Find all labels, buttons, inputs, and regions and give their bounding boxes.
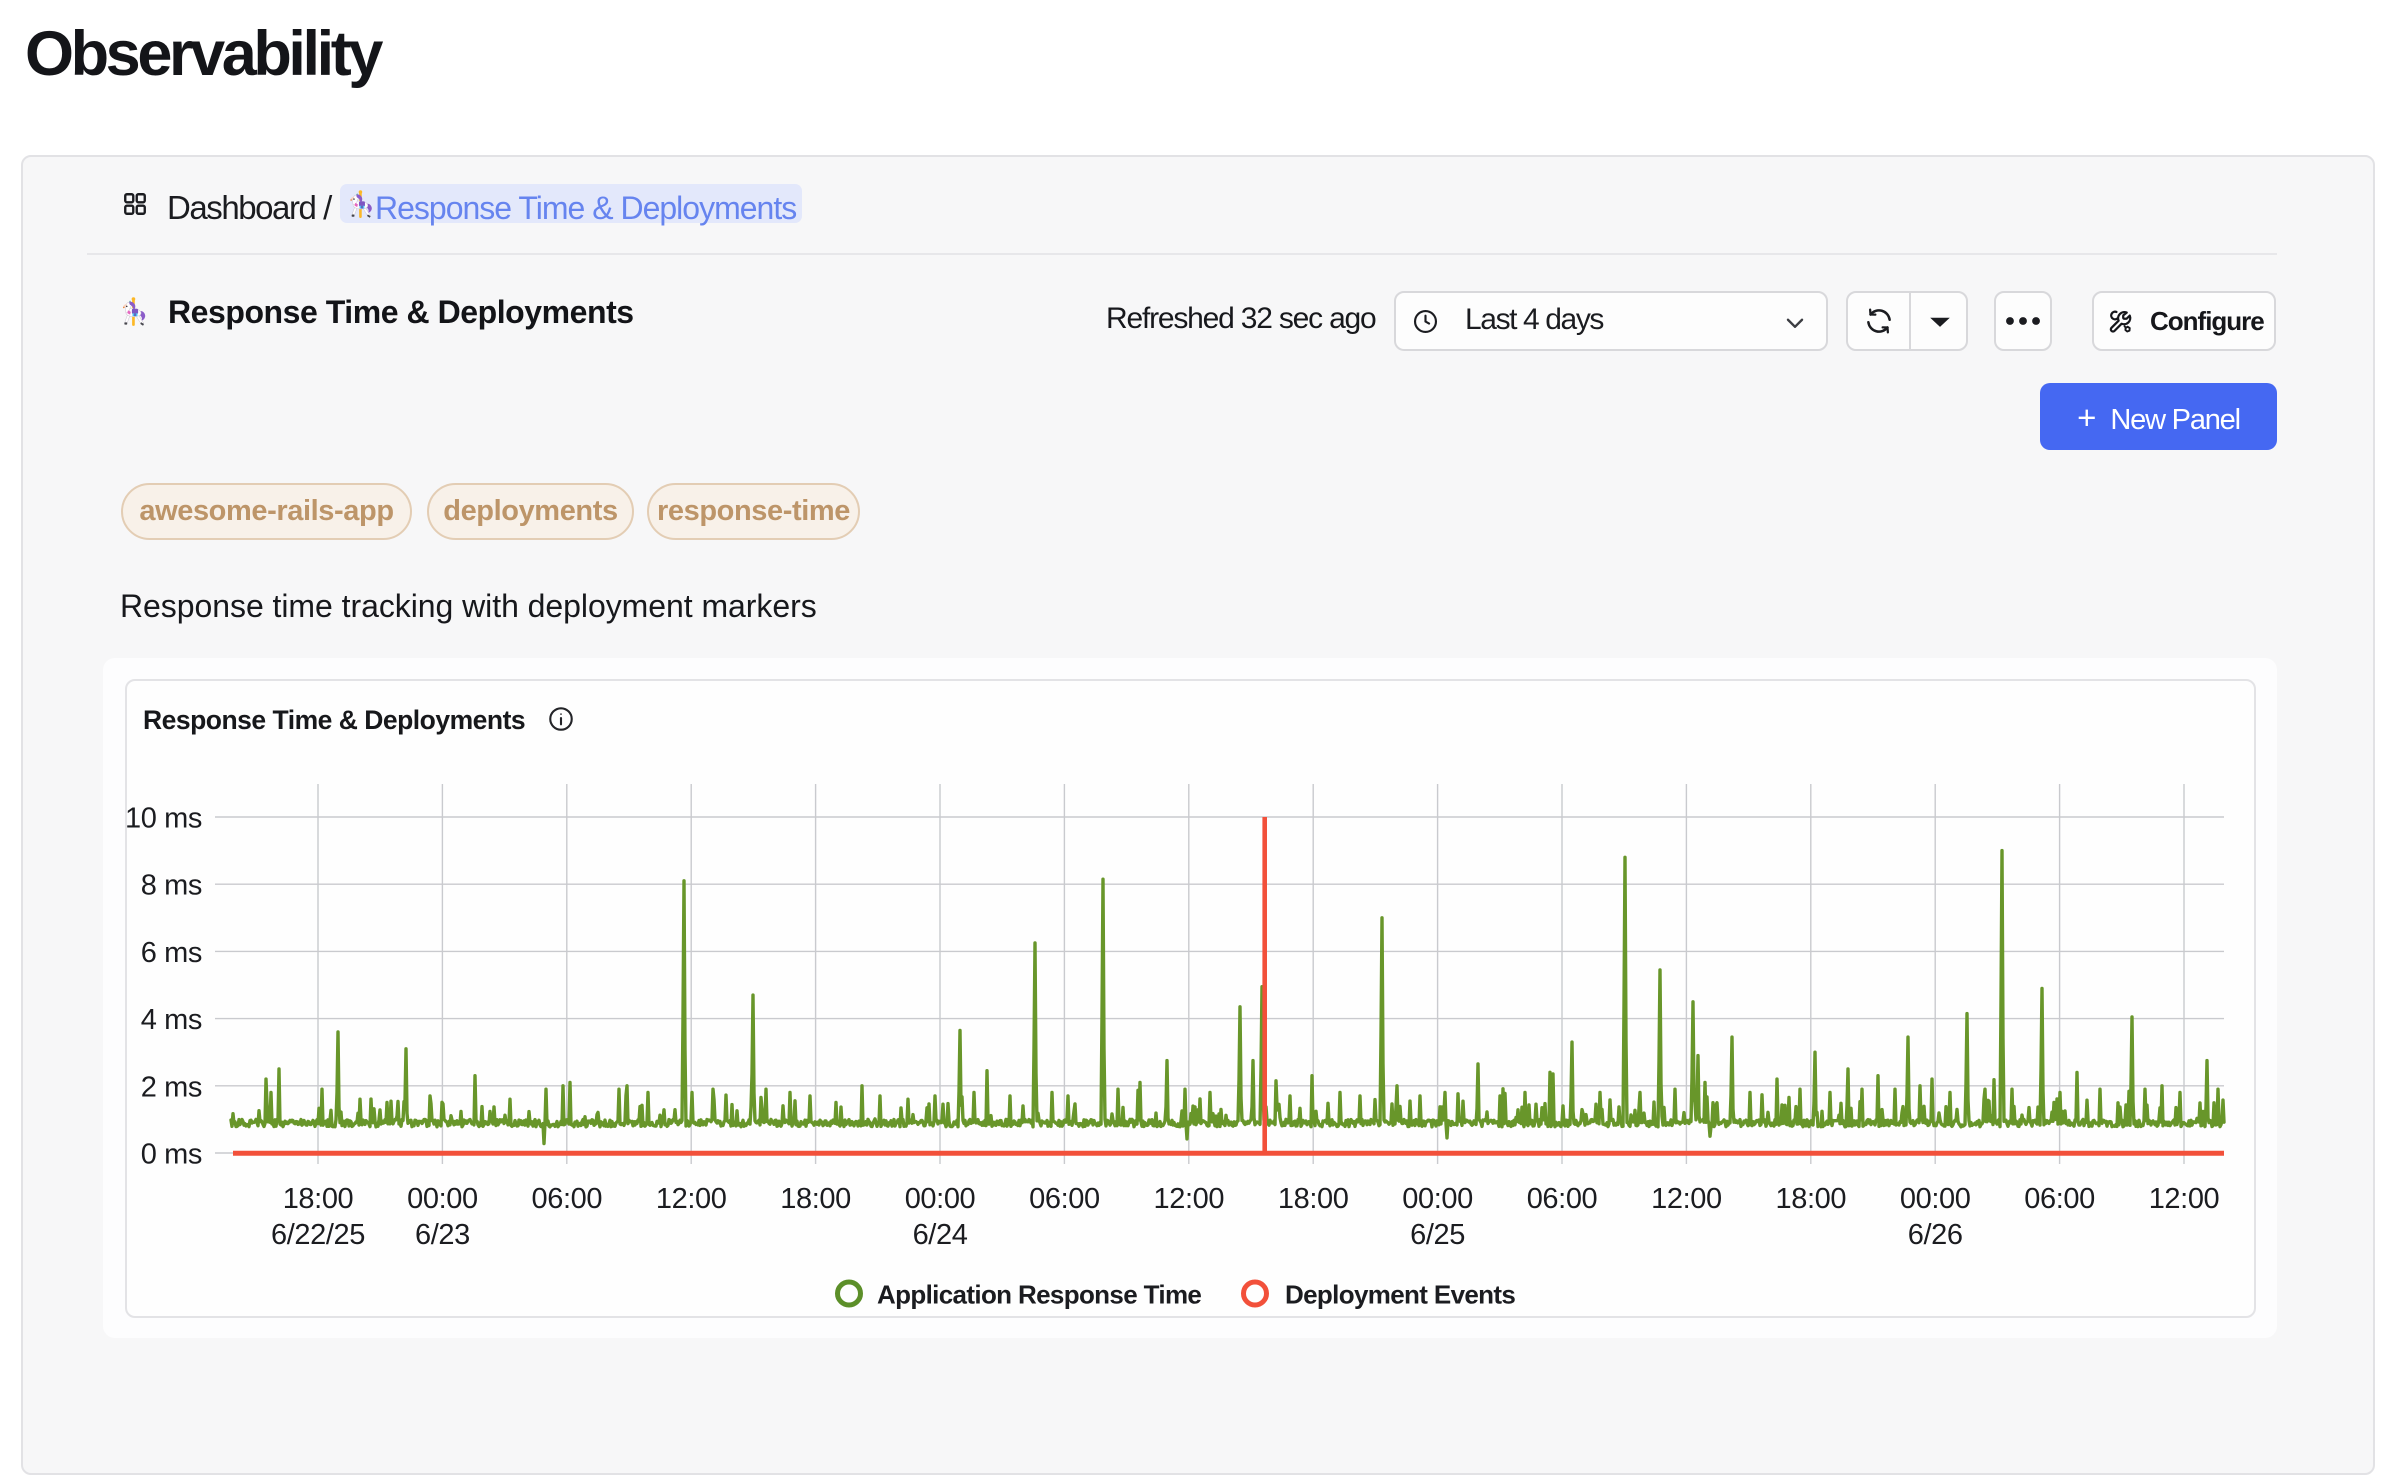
svg-text:6/22/25: 6/22/25 — [271, 1219, 365, 1251]
svg-text:06:00: 06:00 — [532, 1183, 603, 1215]
svg-text:8 ms: 8 ms — [141, 870, 202, 902]
svg-text:6/25: 6/25 — [1410, 1219, 1465, 1251]
svg-text:00:00: 00:00 — [1402, 1183, 1473, 1215]
svg-text:12:00: 12:00 — [656, 1183, 727, 1215]
svg-text:00:00: 00:00 — [1900, 1183, 1971, 1215]
svg-text:12:00: 12:00 — [1651, 1183, 1722, 1215]
svg-text:18:00: 18:00 — [1278, 1183, 1349, 1215]
svg-text:18:00: 18:00 — [283, 1183, 354, 1215]
svg-text:12:00: 12:00 — [2149, 1183, 2220, 1215]
svg-text:6/24: 6/24 — [913, 1219, 968, 1251]
svg-text:00:00: 00:00 — [407, 1183, 478, 1215]
svg-text:6/23: 6/23 — [415, 1219, 470, 1251]
svg-text:0 ms: 0 ms — [141, 1139, 202, 1171]
svg-text:18:00: 18:00 — [1776, 1183, 1847, 1215]
svg-text:Application Response Time: Application Response Time — [877, 1280, 1201, 1310]
svg-text:12:00: 12:00 — [1154, 1183, 1225, 1215]
svg-text:10 ms: 10 ms — [125, 803, 202, 835]
svg-text:00:00: 00:00 — [905, 1183, 976, 1215]
svg-text:06:00: 06:00 — [1527, 1183, 1598, 1215]
svg-text:6 ms: 6 ms — [141, 937, 202, 969]
svg-text:06:00: 06:00 — [1029, 1183, 1100, 1215]
svg-text:06:00: 06:00 — [2024, 1183, 2095, 1215]
svg-text:6/26: 6/26 — [1908, 1219, 1963, 1251]
svg-text:18:00: 18:00 — [780, 1183, 851, 1215]
svg-text:4 ms: 4 ms — [141, 1004, 202, 1036]
svg-text:Deployment Events: Deployment Events — [1285, 1280, 1515, 1310]
svg-text:2 ms: 2 ms — [141, 1071, 202, 1103]
